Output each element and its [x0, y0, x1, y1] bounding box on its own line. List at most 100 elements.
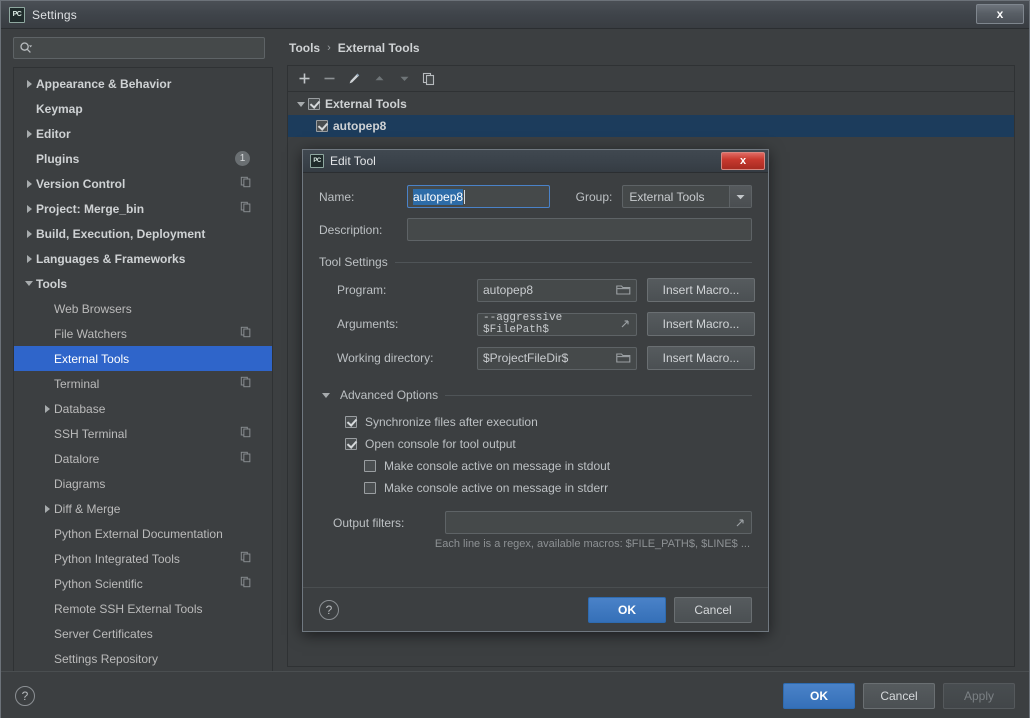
sidebar-item-plugins[interactable]: Plugins 1: [14, 146, 272, 171]
output-filters-hint: Each line is a regex, available macros: …: [434, 538, 750, 550]
sidebar-item-version-control[interactable]: Version Control: [14, 171, 272, 196]
folder-icon[interactable]: [616, 352, 631, 364]
copy-icon: [240, 551, 252, 566]
output-filters-field[interactable]: [445, 511, 752, 534]
expand-icon[interactable]: [734, 517, 746, 529]
name-field[interactable]: autopep8: [407, 185, 550, 208]
chevron-right-icon[interactable]: [22, 205, 36, 213]
program-field-wrap: autopep8 Insert Macro...: [477, 278, 755, 302]
sidebar-item-terminal[interactable]: Terminal: [14, 371, 272, 396]
group-checkbox[interactable]: [308, 98, 320, 110]
sidebar-item-datalore[interactable]: Datalore: [14, 446, 272, 471]
dialog-title: Edit Tool: [330, 154, 376, 168]
copy-button[interactable]: [418, 69, 440, 89]
sidebar-item-label: Version Control: [36, 176, 126, 191]
checkbox[interactable]: [364, 482, 376, 494]
close-icon[interactable]: x: [976, 4, 1024, 24]
sidebar-item-server-certificates[interactable]: Server Certificates: [14, 621, 272, 646]
checkbox-row[interactable]: Make console active on message in stdout: [345, 455, 752, 477]
close-icon[interactable]: x: [721, 152, 765, 170]
sidebar-item-label: Terminal: [54, 376, 100, 391]
text-caret: [464, 189, 466, 204]
folder-icon[interactable]: [616, 284, 631, 296]
copy-icon: [240, 376, 252, 391]
sidebar-item-web-browsers[interactable]: Web Browsers: [14, 296, 272, 321]
checkbox[interactable]: [364, 460, 376, 472]
move-down-button[interactable]: [393, 69, 415, 89]
edit-button[interactable]: [343, 69, 365, 89]
tools-group-row[interactable]: External Tools: [288, 93, 1014, 115]
chevron-right-icon[interactable]: [22, 130, 36, 138]
help-icon[interactable]: ?: [319, 599, 339, 620]
sidebar-item-build-execution-deployment[interactable]: Build, Execution, Deployment: [14, 221, 272, 246]
checkbox[interactable]: [345, 438, 357, 450]
checkbox-label: Make console active on message in stdout: [384, 459, 611, 473]
search-input[interactable]: [33, 41, 259, 55]
advanced-options-header[interactable]: Advanced Options: [319, 388, 752, 402]
sidebar-item-label: Tools: [36, 276, 68, 291]
chevron-right-icon[interactable]: [22, 255, 36, 263]
insert-macro-working-directory-button[interactable]: Insert Macro...: [647, 346, 755, 370]
sidebar-item-python-scientific[interactable]: Python Scientific: [14, 571, 272, 596]
sidebar-item-languages-frameworks[interactable]: Languages & Frameworks: [14, 246, 272, 271]
sidebar-item-tools[interactable]: Tools: [14, 271, 272, 296]
add-button[interactable]: [293, 69, 315, 89]
dialog-cancel-button[interactable]: Cancel: [674, 596, 752, 623]
sidebar-item-label: Editor: [36, 126, 71, 141]
checkbox-row[interactable]: Synchronize files after execution: [345, 411, 752, 433]
table-row[interactable]: autopep8: [288, 115, 1014, 137]
sidebar-item-settings-repository[interactable]: Settings Repository: [14, 646, 272, 671]
program-row: Program: autopep8 Insert Macro...: [319, 278, 755, 302]
sidebar-item-editor[interactable]: Editor: [14, 121, 272, 146]
sidebar-item-database[interactable]: Database: [14, 396, 272, 421]
arguments-field[interactable]: --aggressive $FilePath$: [477, 312, 637, 336]
sidebar-item-file-watchers[interactable]: File Watchers: [14, 321, 272, 346]
search-box[interactable]: [13, 37, 265, 59]
chevron-down-icon[interactable]: [294, 102, 308, 107]
chevron-right-icon[interactable]: [40, 505, 54, 513]
chevron-right-icon[interactable]: [40, 405, 54, 413]
group-select[interactable]: External Tools: [622, 185, 752, 208]
insert-macro-program-button[interactable]: Insert Macro...: [647, 278, 755, 302]
ok-button[interactable]: OK: [783, 682, 855, 709]
sidebar-item-python-integrated-tools[interactable]: Python Integrated Tools: [14, 546, 272, 571]
checkbox-row[interactable]: Open console for tool output: [345, 433, 752, 455]
tool-checkbox[interactable]: [316, 120, 328, 132]
insert-macro-arguments-button[interactable]: Insert Macro...: [647, 312, 755, 336]
chevron-down-icon[interactable]: [319, 393, 333, 398]
breadcrumb-separator-icon: ›: [327, 42, 331, 54]
search-icon: [19, 41, 33, 55]
chevron-right-icon[interactable]: [22, 230, 36, 238]
breadcrumb-root[interactable]: Tools: [289, 41, 320, 55]
sidebar-item-ssh-terminal[interactable]: SSH Terminal: [14, 421, 272, 446]
move-up-button[interactable]: [368, 69, 390, 89]
chevron-down-icon[interactable]: [22, 281, 36, 286]
sidebar-item-external-tools[interactable]: External Tools: [14, 346, 272, 371]
sidebar-item-label: File Watchers: [54, 326, 127, 341]
checkbox[interactable]: [345, 416, 357, 428]
remove-button[interactable]: [318, 69, 340, 89]
sidebar-item-remote-ssh-external-tools[interactable]: Remote SSH External Tools: [14, 596, 272, 621]
sidebar-item-keymap[interactable]: Keymap: [14, 96, 272, 121]
sidebar-item-label: Appearance & Behavior: [36, 76, 172, 91]
sidebar-item-diagrams[interactable]: Diagrams: [14, 471, 272, 496]
sidebar-item-appearance-behavior[interactable]: Appearance & Behavior: [14, 71, 272, 96]
checkbox-row[interactable]: Make console active on message in stderr: [345, 477, 752, 499]
program-field[interactable]: autopep8: [477, 278, 637, 302]
name-value: autopep8: [413, 188, 464, 205]
divider: [445, 394, 752, 396]
chevron-right-icon[interactable]: [22, 80, 36, 88]
working-directory-field-wrap: $ProjectFileDir$ Insert Macro...: [477, 346, 755, 370]
sidebar-item-python-external-documentation[interactable]: Python External Documentation: [14, 521, 272, 546]
dialog-ok-button[interactable]: OK: [588, 596, 666, 623]
sidebar-item-project-merge-bin[interactable]: Project: Merge_bin: [14, 196, 272, 221]
working-directory-field[interactable]: $ProjectFileDir$: [477, 346, 637, 370]
description-field[interactable]: [407, 218, 752, 241]
sidebar-item-label: External Tools: [54, 351, 130, 366]
chevron-right-icon[interactable]: [22, 180, 36, 188]
expand-icon[interactable]: [619, 318, 631, 330]
chevron-down-icon[interactable]: [729, 186, 751, 207]
sidebar-item-diff-merge[interactable]: Diff & Merge: [14, 496, 272, 521]
cancel-button[interactable]: Cancel: [863, 682, 935, 709]
help-icon[interactable]: ?: [15, 685, 35, 706]
